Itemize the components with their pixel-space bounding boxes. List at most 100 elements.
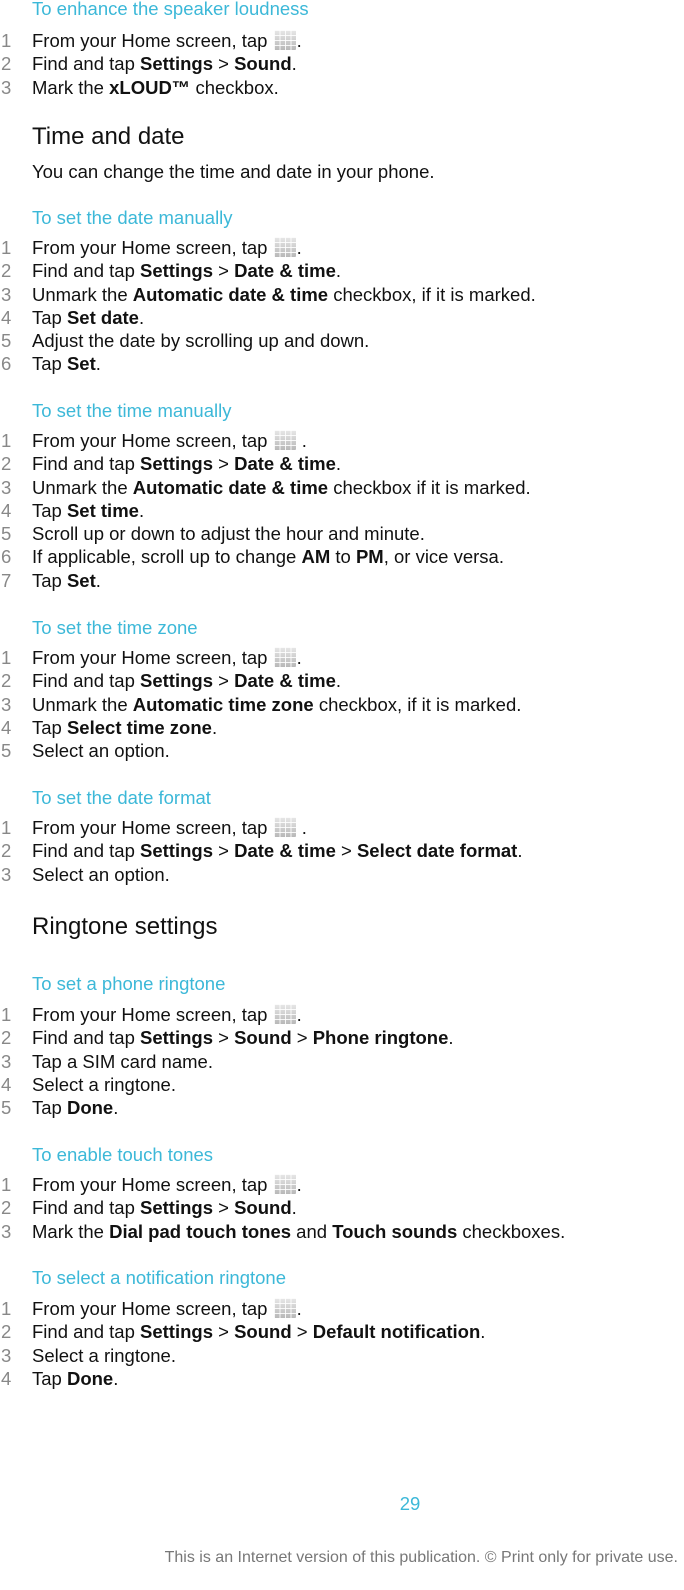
step-text-plain: Find and tap: [32, 453, 140, 475]
step-number: 3: [1, 1344, 12, 1366]
step-text-plain: .: [95, 353, 101, 375]
step-text: Find and tap Settings > Sound > Phone ri…: [32, 1026, 454, 1049]
step-text-plain: Unmark the: [32, 283, 133, 305]
step-text-plain: From your Home screen, tap: [32, 237, 273, 258]
ui-term: Automatic time zone: [132, 693, 314, 715]
ui-term: Sound: [234, 53, 292, 75]
step-text-plain: .: [448, 1027, 454, 1049]
ui-term: Date & time: [234, 453, 336, 475]
step-text-plain: Select a ringtone.: [32, 1073, 176, 1095]
ui-term: Automatic date & time: [132, 476, 329, 498]
step-text-plain: Mark the: [32, 76, 110, 98]
step-text: From your Home screen, tap .: [32, 1297, 302, 1320]
step-text-plain: .: [113, 1097, 119, 1119]
step-text: Unmark the Automatic date & time checkbo…: [32, 283, 536, 306]
apps-grid-icon: [273, 817, 296, 837]
step-text-plain: .: [296, 430, 307, 451]
step-text-plain: Find and tap: [32, 1321, 140, 1343]
step-text-plain: Find and tap: [32, 53, 140, 75]
step-text-plain: to: [330, 546, 356, 568]
step-text-plain: >: [212, 1321, 235, 1343]
step-text: Scroll up or down to adjust the hour and…: [32, 522, 425, 545]
step-text-plain: >: [212, 53, 235, 75]
step-text: Select an option.: [32, 739, 170, 762]
step-text: Tap Set.: [32, 352, 101, 375]
step-number: 2: [1, 670, 12, 692]
step-number: 2: [1, 53, 12, 75]
ui-term: PM: [355, 546, 384, 568]
step-text-plain: checkbox.: [190, 76, 279, 98]
step-text-plain: From your Home screen, tap: [32, 1174, 273, 1195]
step-text-plain: Tap: [32, 716, 67, 738]
step-number: 4: [1, 1367, 12, 1389]
step-text: Find and tap Settings > Date & time.: [32, 259, 341, 282]
step-number: 3: [1, 1050, 12, 1072]
step-text-plain: If applicable, scroll up to change: [32, 546, 302, 568]
subheading-time-zone: To set the time zone: [32, 617, 198, 638]
step-text-plain: .: [296, 1004, 302, 1025]
step-text-plain: Select an option.: [32, 740, 170, 762]
step-text: From your Home screen, tap .: [32, 1003, 302, 1026]
ui-term: Date & time: [234, 260, 336, 282]
step-text-plain: checkboxes.: [457, 1220, 566, 1242]
ui-term: Settings: [140, 53, 213, 75]
step-number: 5: [1, 330, 12, 352]
step-text: Tap Set.: [32, 569, 101, 592]
step-text-plain: Tap a SIM card name.: [32, 1050, 213, 1072]
step-text-plain: >: [212, 670, 235, 692]
step-text-plain: .: [335, 453, 341, 475]
subheading-phone-ringtone: To set a phone ringtone: [32, 973, 226, 994]
ui-term: Sound: [234, 1197, 292, 1219]
step-text-plain: , or vice versa.: [383, 546, 504, 568]
ui-term: Set: [66, 569, 96, 591]
step-text-plain: .: [95, 569, 101, 591]
footer-notice: This is an Internet version of this publ…: [164, 1549, 678, 1566]
ui-term: Set date: [66, 306, 139, 328]
step-text-plain: Unmark the: [32, 693, 133, 715]
step-text: Mark the xLOUD™ checkbox.: [32, 76, 279, 99]
step-text: Mark the Dial pad touch tones and Touch …: [32, 1220, 565, 1243]
step-number: 1: [1, 1174, 12, 1195]
step-number: 5: [1, 1097, 12, 1119]
ui-term: Default notification: [312, 1321, 481, 1343]
step-number: 5: [1, 740, 12, 762]
ui-term: Dial pad touch tones: [109, 1220, 292, 1242]
step-number: 1: [1, 237, 12, 258]
step-text-plain: .: [480, 1321, 486, 1343]
step-text-plain: >: [291, 1027, 313, 1049]
step-text-plain: .: [296, 647, 302, 668]
step-text-plain: >: [335, 840, 357, 862]
step-text-plain: Tap: [32, 569, 67, 591]
step-text: Select an option.: [32, 863, 170, 886]
step-text: If applicable, scroll up to change AM to…: [32, 545, 504, 568]
step-text: From your Home screen, tap .: [32, 816, 307, 839]
step-text: Find and tap Settings > Date & time.: [32, 669, 341, 692]
ui-term: Date & time: [234, 840, 336, 862]
step-text-plain: .: [296, 1174, 302, 1195]
step-text: Unmark the Automatic time zone checkbox,…: [32, 693, 521, 716]
step-number: 2: [1, 840, 12, 862]
apps-grid-icon: [273, 1298, 296, 1318]
apps-grid-icon: [273, 647, 296, 667]
step-text-plain: .: [335, 670, 341, 692]
step-number: 6: [1, 546, 12, 568]
ui-term: Select date format: [356, 840, 518, 862]
step-text: Unmark the Automatic date & time checkbo…: [32, 476, 531, 499]
step-number: 3: [1, 283, 12, 305]
step-text: Select a ringtone.: [32, 1073, 176, 1096]
step-number: 1: [1, 1298, 12, 1319]
step-text-plain: .: [291, 1197, 297, 1219]
step-number: 2: [1, 1321, 12, 1343]
step-text-plain: Scroll up or down to adjust the hour and…: [32, 523, 425, 545]
step-text-plain: From your Home screen, tap: [32, 647, 273, 668]
subheading-notification-ringtone: To select a notification ringtone: [32, 1267, 287, 1288]
step-number: 4: [1, 1073, 12, 1095]
step-text-plain: .: [138, 306, 145, 328]
step-number: 1: [1, 1004, 12, 1025]
step-text-plain: .: [296, 30, 302, 51]
step-text-plain: .: [211, 716, 218, 738]
step-text-plain: Tap: [32, 353, 67, 375]
step-text-plain: .: [296, 817, 307, 838]
step-text: From your Home screen, tap .: [32, 646, 302, 669]
step-number: 4: [1, 499, 12, 521]
